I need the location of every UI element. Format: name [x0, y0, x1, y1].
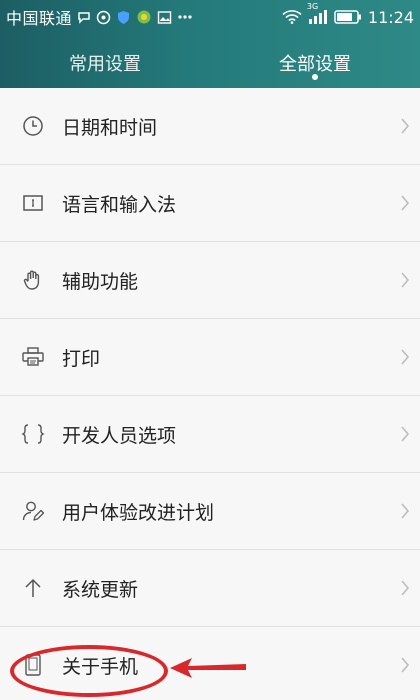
list-item-label: 打印 — [62, 347, 101, 370]
list-item-label: 语言和输入法 — [62, 193, 177, 216]
keyboard-icon — [0, 193, 62, 213]
location-icon — [96, 10, 111, 25]
tab-all-settings[interactable]: 全部设置 — [210, 40, 420, 88]
shield-icon — [116, 10, 131, 25]
printer-icon — [0, 346, 62, 368]
braces-icon — [0, 423, 62, 445]
tab-label: 全部设置 — [279, 54, 351, 75]
chevron-right-icon — [390, 425, 420, 443]
active-tab-indicator — [312, 74, 318, 80]
list-item-label: 辅助功能 — [62, 270, 139, 293]
chevron-right-icon — [390, 271, 420, 289]
chevron-right-icon — [390, 117, 420, 135]
list-item-label: 系统更新 — [62, 578, 139, 601]
list-item-accessibility[interactable]: 辅助功能 — [0, 242, 420, 319]
hand-icon — [0, 268, 62, 292]
chevron-right-icon — [390, 502, 420, 520]
clock-time: 11:24 — [367, 7, 414, 27]
network-type-label: 3G — [306, 2, 319, 11]
list-item-label: 关于手机 — [62, 655, 139, 678]
app-header: 中国联通 3G 11:24 常用设置 全部设置 — [0, 0, 420, 88]
clock-icon — [0, 115, 62, 137]
list-item-label: 用户体验改进计划 — [62, 501, 215, 524]
list-item-user-experience-program[interactable]: 用户体验改进计划 — [0, 473, 420, 550]
battery-icon — [334, 10, 362, 24]
settings-list: 日期和时间 语言和输入法 辅助功能 打印 开发人员选项 用户体验改进计划 系统更… — [0, 88, 420, 700]
list-item-about-phone[interactable]: 关于手机 — [0, 627, 420, 700]
tab-common-settings[interactable]: 常用设置 — [0, 40, 210, 88]
image-icon — [157, 10, 172, 25]
chevron-right-icon — [390, 579, 420, 597]
list-item-label: 开发人员选项 — [62, 424, 177, 447]
list-item-print[interactable]: 打印 — [0, 319, 420, 396]
chevron-right-icon — [390, 656, 420, 674]
signal-icon: 3G — [307, 2, 328, 24]
wifi-icon — [282, 10, 302, 24]
more-notifications-icon — [177, 14, 193, 20]
carrier-name: 中国联通 — [6, 9, 73, 28]
list-item-system-update[interactable]: 系统更新 — [0, 550, 420, 627]
arrow-up-icon — [0, 577, 62, 599]
list-item-developer-options[interactable]: 开发人员选项 — [0, 396, 420, 473]
status-bar: 中国联通 3G 11:24 — [0, 0, 420, 34]
chevron-right-icon — [390, 194, 420, 212]
message-icon — [77, 10, 91, 24]
user-edit-icon — [0, 499, 62, 523]
list-item-date-time[interactable]: 日期和时间 — [0, 88, 420, 165]
list-item-language-input[interactable]: 语言和输入法 — [0, 165, 420, 242]
tab-label: 常用设置 — [69, 54, 141, 75]
chevron-right-icon — [390, 348, 420, 366]
settings-tabs: 常用设置 全部设置 — [0, 40, 420, 88]
list-item-label: 日期和时间 — [62, 116, 158, 139]
phone-icon — [0, 653, 62, 677]
app-notification-icon — [136, 9, 152, 25]
